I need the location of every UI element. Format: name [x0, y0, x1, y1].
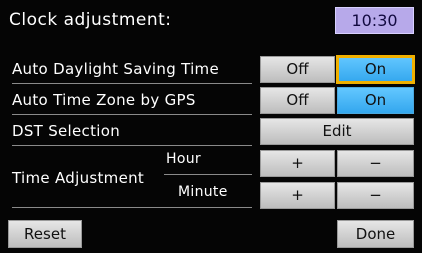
divider [12, 207, 252, 208]
done-button[interactable]: Done [337, 220, 414, 248]
dst-edit-button[interactable]: Edit [260, 118, 414, 145]
clock-display: 10:30 [335, 7, 414, 34]
minute-label: Minute [178, 184, 228, 200]
auto-dst-off-button[interactable]: Off [260, 56, 335, 83]
dst-selection-label: DST Selection [12, 122, 121, 140]
minute-minus-button[interactable]: − [337, 182, 414, 209]
auto-dst-on-button[interactable]: On [336, 55, 415, 84]
hour-label: Hour [166, 151, 201, 167]
auto-dst-label: Auto Daylight Saving Time [12, 60, 219, 78]
auto-tz-label: Auto Time Zone by GPS [12, 91, 196, 109]
minute-plus-button[interactable]: + [260, 182, 335, 209]
divider [12, 83, 252, 84]
auto-tz-on-button[interactable]: On [337, 87, 414, 114]
divider [164, 174, 252, 175]
hour-plus-button[interactable]: + [260, 150, 335, 177]
clock-adjustment-screen: Clock adjustment: 10:30 Auto Daylight Sa… [0, 0, 422, 253]
divider [12, 114, 252, 115]
reset-button[interactable]: Reset [8, 220, 82, 248]
hour-minus-button[interactable]: − [337, 150, 414, 177]
auto-tz-off-button[interactable]: Off [260, 87, 335, 114]
time-adjustment-label: Time Adjustment [12, 169, 145, 187]
page-title: Clock adjustment: [9, 10, 172, 30]
divider [12, 145, 252, 146]
